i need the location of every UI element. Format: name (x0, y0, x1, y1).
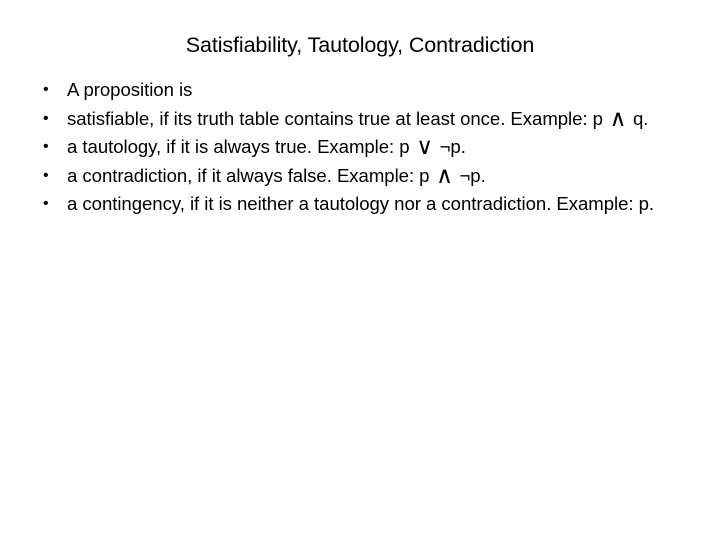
list-item-text: satisfiable, if its truth table contains… (67, 104, 649, 131)
list-item: • a contradiction, if it always false. E… (36, 162, 684, 190)
list-item-text: a contingency, if it is neither a tautol… (67, 193, 655, 214)
list-item: • A proposition is (36, 76, 684, 104)
slide-canvas: Satisfiability, Tautology, Contradiction… (0, 0, 720, 540)
bullet-point-icon: • (43, 166, 49, 184)
bullet-point-icon: • (43, 138, 49, 155)
page-title: Satisfiability, Tautology, Contradiction (185, 33, 535, 57)
list-item: • a tautology, if it is always true. Exa… (36, 133, 684, 161)
list-item-text: a contradiction, if it always false. Exa… (67, 161, 486, 188)
conjunction-icon: ∧ (609, 104, 627, 131)
conjunction-icon: ∧ (436, 161, 453, 188)
list-item: • a contingency, if it is neither a taut… (36, 190, 684, 218)
list-item-text: A proposition is (67, 79, 193, 100)
bullet-point-icon: • (43, 195, 49, 212)
bullet-point-icon: • (43, 81, 49, 98)
disjunction-icon: ∨ (416, 133, 433, 159)
list-item-text: a tautology, if it is always true. Examp… (67, 133, 466, 159)
bullet-list: • A proposition is • satisfiable, if its… (36, 76, 684, 219)
bullet-point-icon: • (43, 109, 49, 127)
list-item: • satisfiable, if its truth table contai… (36, 105, 684, 133)
